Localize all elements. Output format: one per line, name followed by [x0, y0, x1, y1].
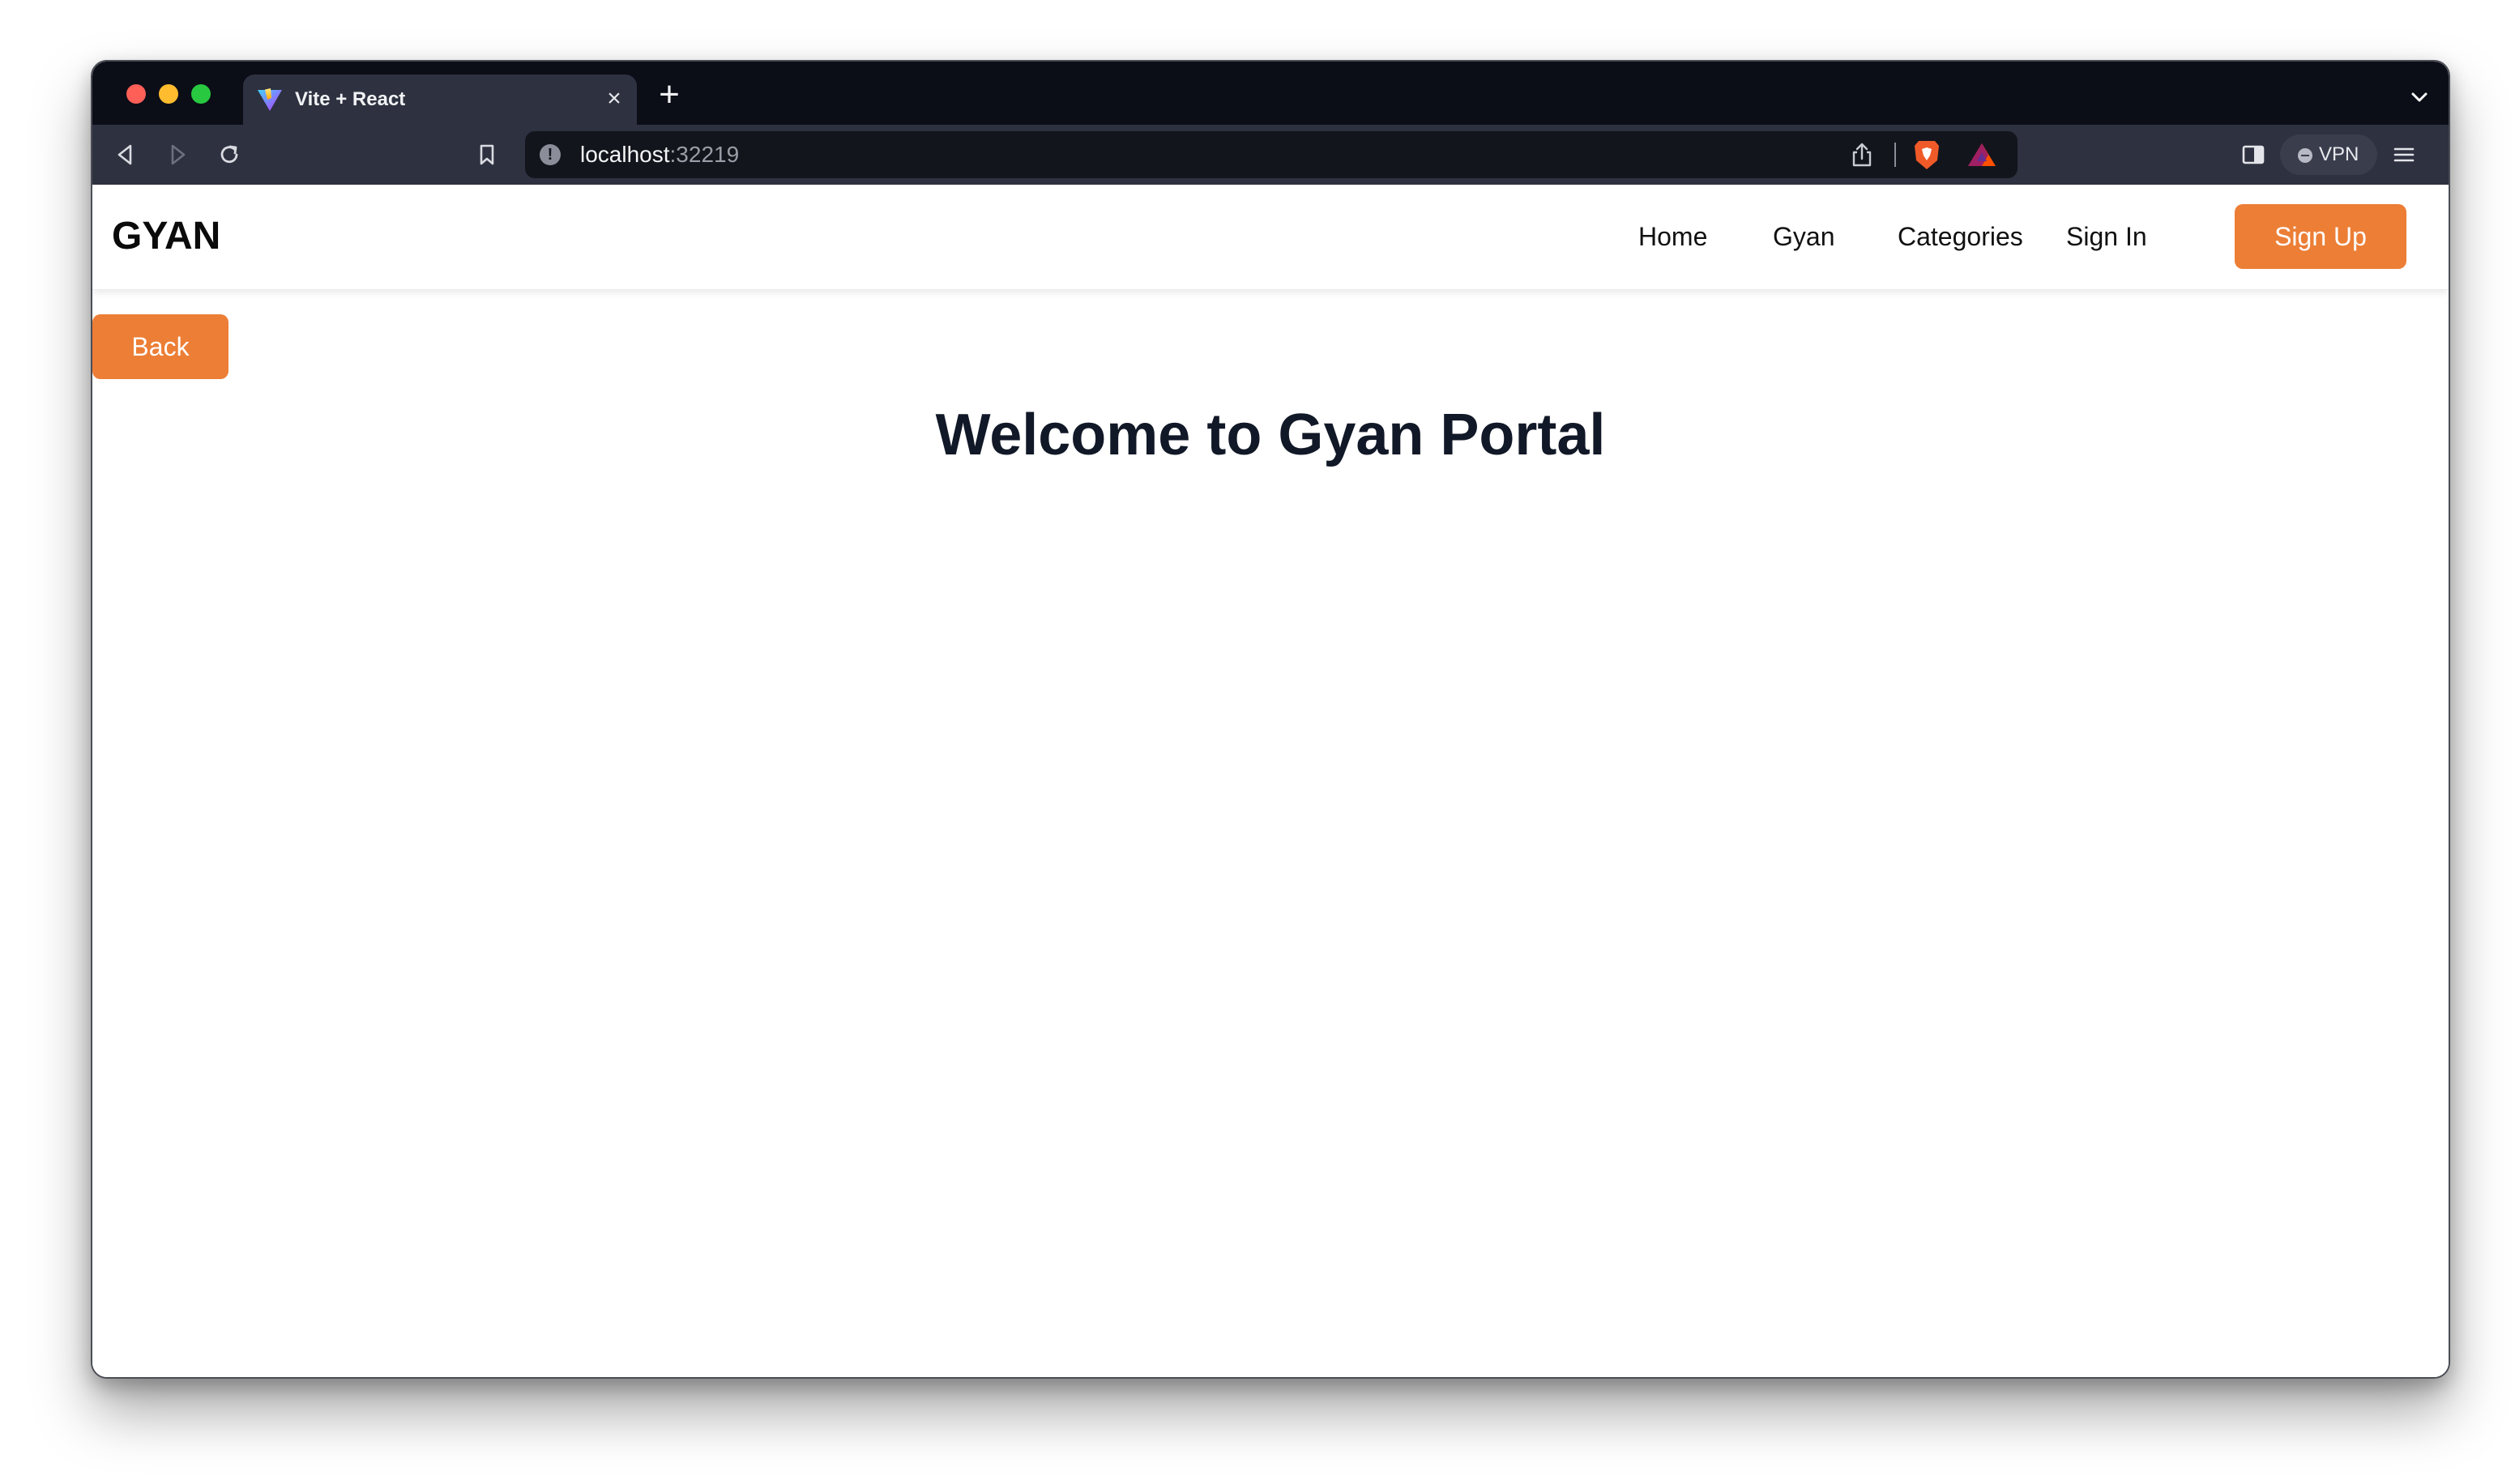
bookmark-icon[interactable]: [473, 141, 501, 168]
browser-tab[interactable]: Vite + React ×: [243, 75, 637, 125]
close-window-button[interactable]: [126, 84, 146, 104]
nav-link-categories[interactable]: Categories: [1898, 220, 2023, 253]
browser-toolbar: ! localhost:32219 VPN: [92, 125, 2449, 185]
share-icon[interactable]: [1849, 141, 1875, 168]
tab-close-icon[interactable]: ×: [600, 84, 629, 113]
url-port: :32219: [669, 142, 740, 167]
minimize-window-button[interactable]: [159, 84, 178, 104]
site-info-icon[interactable]: !: [540, 144, 561, 165]
address-bar[interactable]: ! localhost:32219: [525, 131, 2018, 178]
site-logo[interactable]: GYAN: [112, 214, 220, 259]
maximize-window-button[interactable]: [191, 84, 211, 104]
vpn-label: VPN: [2319, 143, 2359, 165]
brave-shields-icon[interactable]: [1912, 138, 1941, 172]
forward-arrow-icon[interactable]: [164, 141, 191, 168]
sidebar-toggle-icon[interactable]: [2240, 141, 2267, 168]
back-arrow-icon[interactable]: [112, 141, 139, 168]
new-tab-icon[interactable]: +: [653, 77, 685, 113]
site-navbar: GYAN Home Gyan Categories Sign In Sign U…: [92, 185, 2449, 290]
web-page: GYAN Home Gyan Categories Sign In Sign U…: [92, 185, 2449, 1377]
browser-window: Vite + React × + ! localhost:32219 VPN G…: [91, 60, 2450, 1379]
chevron-down-icon[interactable]: [2408, 86, 2431, 109]
page-title: Welcome to Gyan Portal: [935, 403, 1606, 467]
tab-strip: Vite + React × +: [92, 62, 2449, 125]
tab-title: Vite + React: [295, 88, 406, 110]
brave-rewards-icon[interactable]: [1966, 141, 1998, 168]
vpn-status-icon: [2298, 148, 2312, 163]
menu-icon[interactable]: [2390, 141, 2418, 168]
back-button[interactable]: Back: [92, 314, 228, 379]
nav-link-gyan[interactable]: Gyan: [1773, 220, 1834, 253]
address-bar-divider: [1894, 143, 1896, 167]
nav-link-sign-in[interactable]: Sign In: [2066, 220, 2147, 253]
vpn-button[interactable]: VPN: [2280, 134, 2377, 175]
url-host: localhost: [580, 142, 670, 167]
url-text[interactable]: localhost:32219: [580, 142, 739, 168]
reload-icon[interactable]: [216, 141, 243, 168]
nav-link-home[interactable]: Home: [1638, 220, 1707, 253]
vite-logo-icon: [258, 88, 282, 111]
sign-up-button[interactable]: Sign Up: [2235, 204, 2406, 269]
